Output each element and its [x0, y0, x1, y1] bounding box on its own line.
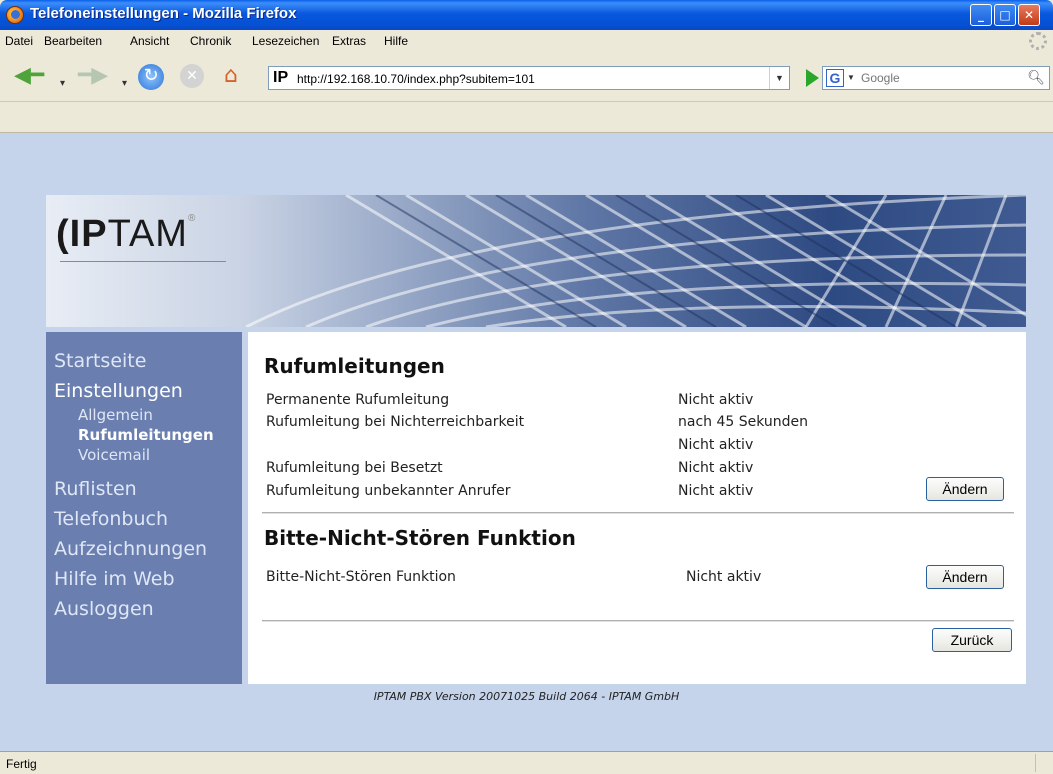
row-value: nach 45 Sekunden: [678, 414, 809, 430]
sidebar-subitem-rufumleitungen[interactable]: Rufumleitungen: [78, 426, 214, 444]
stop-icon[interactable]: ✕: [180, 64, 204, 88]
minimize-button[interactable]: _: [970, 4, 992, 26]
go-arrow-icon[interactable]: [806, 69, 819, 87]
bookmarks-toolbar: [0, 103, 1053, 133]
section-title-dnd: Bitte-Nicht-Stören Funktion: [264, 526, 576, 550]
reload-icon[interactable]: ↻: [138, 64, 164, 90]
menu-bar: Datei Bearbeiten Ansicht Chronik Lesezei…: [0, 30, 1053, 52]
throbber-icon: [1029, 32, 1047, 50]
forward-dropdown-icon[interactable]: ▾: [122, 72, 127, 96]
menu-datei[interactable]: Datei: [5, 34, 33, 48]
url-dropdown-icon[interactable]: ▼: [769, 67, 789, 89]
forward-arrow-icon[interactable]: ━▶: [78, 64, 108, 88]
site-header-banner: (IPTAM®: [46, 195, 1026, 327]
navigation-toolbar: ◀━ ▾ ━▶ ▾ ↻ ✕ ⌂ IP http://192.168.10.70/…: [0, 52, 1053, 102]
back-dropdown-icon[interactable]: ▾: [60, 72, 65, 96]
version-footer: IPTAM PBX Version 20071025 Build 2064 - …: [373, 690, 680, 703]
url-text[interactable]: http://192.168.10.70/index.php?subitem=1…: [297, 72, 535, 86]
row-label: Rufumleitung bei Besetzt: [266, 460, 443, 476]
row-value: Nicht aktiv: [686, 569, 762, 585]
row-label: Bitte-Nicht-Stören Funktion: [266, 569, 456, 585]
iptam-logo: (IPTAM®: [56, 213, 197, 255]
row-label: Rufumleitung bei Nichterreichbarkeit: [266, 414, 525, 430]
sidebar-item-ruflisten[interactable]: Ruflisten: [54, 478, 137, 500]
row-value: Nicht aktiv: [678, 460, 754, 476]
status-text: Fertig: [6, 757, 37, 771]
sidebar-item-hilfe-im-web[interactable]: Hilfe im Web: [54, 568, 175, 590]
row-value: Nicht aktiv: [678, 437, 754, 453]
menu-chronik[interactable]: Chronik: [190, 34, 231, 48]
sidebar-item-startseite[interactable]: Startseite: [54, 350, 146, 372]
site-favicon: IP: [273, 69, 289, 86]
home-icon[interactable]: ⌂: [224, 64, 238, 88]
row-label: Rufumleitung unbekannter Anrufer: [266, 483, 511, 499]
firefox-icon: [6, 6, 24, 24]
row-value: Nicht aktiv: [678, 392, 754, 408]
sidebar-item-einstellungen[interactable]: Einstellungen: [54, 380, 183, 402]
sidebar-subitem-voicemail[interactable]: Voicemail: [78, 446, 150, 464]
menu-extras[interactable]: Extras: [332, 34, 366, 48]
google-engine-icon[interactable]: G: [826, 69, 844, 87]
back-arrow-icon[interactable]: ◀━: [14, 64, 44, 88]
change-dnd-button[interactable]: Ändern: [926, 565, 1004, 589]
sidebar-item-telefonbuch[interactable]: Telefonbuch: [54, 508, 168, 530]
search-icon[interactable]: 🔍︎: [1027, 69, 1045, 86]
section-title-rufumleitungen: Rufumleitungen: [264, 354, 445, 378]
maximize-button[interactable]: □: [994, 4, 1016, 26]
sidebar-subitem-allgemein[interactable]: Allgemein: [78, 406, 153, 424]
sidebar-item-ausloggen[interactable]: Ausloggen: [54, 598, 154, 620]
search-box[interactable]: G ▼ 🔍︎: [822, 66, 1050, 90]
url-bar[interactable]: IP http://192.168.10.70/index.php?subite…: [268, 66, 790, 90]
status-bar: Fertig: [0, 751, 1053, 774]
window-title-bar: Telefoneinstellungen - Mozilla Firefox _…: [0, 0, 1053, 30]
section-divider: [262, 512, 1014, 514]
row-label: Permanente Rufumleitung: [266, 392, 450, 408]
back-button[interactable]: Zurück: [932, 628, 1012, 652]
menu-ansicht[interactable]: Ansicht: [130, 34, 169, 48]
main-content: Rufumleitungen Permanente Rufumleitung N…: [248, 332, 1026, 684]
engine-dropdown-icon[interactable]: ▼: [847, 73, 855, 82]
search-input[interactable]: [861, 70, 1021, 86]
menu-bearbeiten[interactable]: Bearbeiten: [44, 34, 102, 48]
change-forwarding-button[interactable]: Ändern: [926, 477, 1004, 501]
section-divider: [262, 620, 1014, 622]
row-value: Nicht aktiv: [678, 483, 754, 499]
close-button[interactable]: ✕: [1018, 4, 1040, 26]
resize-grip[interactable]: [1035, 754, 1053, 772]
sidebar-item-aufzeichnungen[interactable]: Aufzeichnungen: [54, 538, 207, 560]
menu-hilfe[interactable]: Hilfe: [384, 34, 408, 48]
menu-lesezeichen[interactable]: Lesezeichen: [252, 34, 319, 48]
window-title: Telefoneinstellungen - Mozilla Firefox: [30, 5, 297, 22]
logo-underline: [60, 261, 226, 262]
sidebar-nav: Startseite Einstellungen Allgemein Rufum…: [46, 332, 242, 684]
page-viewport: (IPTAM® Startseite Einstellungen Allgeme…: [0, 133, 1053, 751]
